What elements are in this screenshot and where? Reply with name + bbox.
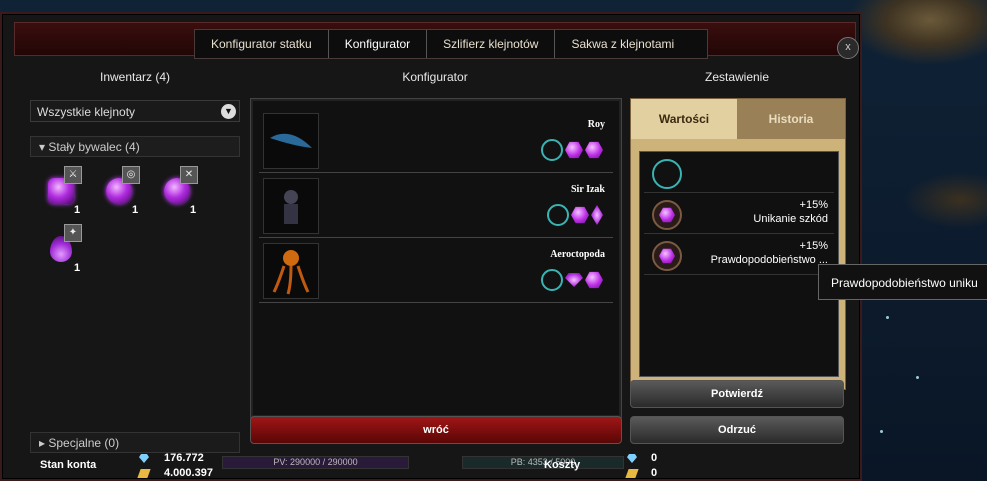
empty-slot-icon[interactable] <box>541 139 563 161</box>
tab-ship-configurator[interactable]: Konfigurator statku <box>195 30 328 58</box>
diamond-gem-icon[interactable] <box>591 205 603 225</box>
gold-balance: 4.000.397 <box>164 467 213 479</box>
stat-row[interactable]: +15% Prawdopodobieństwo ... <box>644 234 834 275</box>
gem-count: 1 <box>190 204 197 216</box>
group-special-label: Specjalne (0) <box>48 436 120 450</box>
crew-row[interactable]: Roy <box>259 109 613 173</box>
map-marker <box>880 430 883 433</box>
crew-row[interactable]: Sir Izak <box>259 174 613 238</box>
diamond-balance: 176.772 <box>164 452 204 464</box>
gem-slots <box>541 269 603 291</box>
pentagon-gem-icon <box>652 200 682 230</box>
map-marker <box>886 316 889 319</box>
title-bar: Konfigurator statku Konfigurator Szlifie… <box>14 22 859 59</box>
pentagon-gem-icon[interactable] <box>565 141 583 159</box>
tab-gem-pouch[interactable]: Sakwa z klejnotami <box>554 30 690 58</box>
gem-count: 1 <box>74 262 81 274</box>
pb-bar: PB: 4353 / 5000 <box>462 456 624 469</box>
diamond-currency-icon <box>627 454 637 463</box>
costs-label: Koszty <box>544 459 581 471</box>
stat-list: +15% Unikanie szkód +15% Prawdopodobieńs… <box>639 151 839 377</box>
pentagon-gem-icon[interactable] <box>571 206 589 224</box>
crew-name: Roy <box>587 119 605 130</box>
stat-value: +15% <box>799 240 828 252</box>
crossed-swords-type-icon: ✕ <box>180 166 198 184</box>
empty-slot-icon[interactable] <box>547 204 569 226</box>
tab-history[interactable]: Historia <box>737 99 845 139</box>
ray-creature-icon <box>270 133 312 148</box>
inventory-panel: Wszystkie klejnoty ▼ ▾ Stały bywalec (4)… <box>28 98 242 478</box>
inventory-header: Inwentarz (4) <box>99 70 171 84</box>
gem-count: 1 <box>74 204 81 216</box>
empty-slot-icon[interactable] <box>541 269 563 291</box>
map-marker <box>916 376 919 379</box>
summary-header: Zestawienie <box>704 70 770 84</box>
stat-name: Unikanie szkód <box>753 213 828 225</box>
gold-currency-icon <box>137 469 151 478</box>
stat-row <box>644 152 834 193</box>
chevron-down-icon[interactable]: ▼ <box>221 104 236 119</box>
crew-row[interactable]: Aeroctopoda <box>259 239 613 303</box>
reject-button[interactable]: Odrzuć <box>630 416 844 444</box>
crew-name: Aeroctopoda <box>550 249 605 260</box>
account-footer: Stan konta 176.772 4.000.397 PV: 290000 … <box>0 450 862 481</box>
sword-type-icon: ⚔ <box>64 166 82 184</box>
pentagon-gem-icon[interactable] <box>585 141 603 159</box>
tab-bar: Konfigurator statku Konfigurator Szlifie… <box>194 29 708 59</box>
configurator-header: Konfigurator <box>402 70 468 84</box>
inventory-gem[interactable]: ✕ 1 <box>160 166 202 216</box>
faceted-gem-icon[interactable] <box>565 273 583 287</box>
stat-row: +15% Unikanie szkód <box>644 193 834 234</box>
stat-name: Prawdopodobieństwo ... <box>710 254 828 266</box>
pentagon-gem-icon <box>652 241 682 271</box>
gem-slots <box>541 139 603 161</box>
group-regular-header[interactable]: ▾ Stały bywalec (4) <box>30 136 240 157</box>
tab-gem-grinder[interactable]: Szlifierz klejnotów <box>426 30 554 58</box>
stat-tooltip: Prawdopodobieństwo uniku <box>818 264 987 300</box>
inventory-gem[interactable]: ⚔ 1 <box>44 166 86 216</box>
crew-name: Sir Izak <box>571 184 605 195</box>
cost-diamonds: 0 <box>651 452 658 464</box>
cost-gold: 0 <box>651 467 658 479</box>
empty-slot-icon <box>652 159 682 189</box>
stat-value: +15% <box>799 199 828 211</box>
crew-portrait <box>263 243 319 299</box>
tab-configurator[interactable]: Konfigurator <box>327 30 426 58</box>
tab-values[interactable]: Wartości <box>631 99 737 139</box>
configurator-window: Konfigurator statku Konfigurator Szlifie… <box>0 12 862 481</box>
diamond-currency-icon <box>139 454 149 463</box>
gem-count: 1 <box>132 204 139 216</box>
gem-slots <box>547 204 603 226</box>
account-label: Stan konta <box>40 459 97 471</box>
close-button[interactable]: x <box>837 37 859 59</box>
octopus-icon <box>272 250 310 295</box>
gold-currency-icon <box>625 469 639 478</box>
summary-panel: Wartości Historia +15% Unikanie szkód +1… <box>630 98 846 390</box>
arrow-type-icon: ✦ <box>64 224 82 242</box>
crew-portrait <box>263 113 319 169</box>
inventory-gem[interactable]: ◎ 1 <box>102 166 144 216</box>
back-button[interactable]: wróć <box>250 416 622 444</box>
pentagon-gem-icon[interactable] <box>585 271 603 289</box>
target-type-icon: ◎ <box>122 166 140 184</box>
confirm-button[interactable]: Potwierdź <box>630 380 844 408</box>
gem-filter-value: Wszystkie klejnoty <box>37 105 136 119</box>
gem-filter-dropdown[interactable]: Wszystkie klejnoty ▼ <box>30 100 240 122</box>
knight-icon <box>284 190 298 224</box>
inventory-gem[interactable]: ✦ 1 <box>44 224 86 274</box>
group-regular-label: Stały bywalec (4) <box>48 140 140 154</box>
pv-bar: PV: 290000 / 290000 <box>222 456 409 469</box>
crew-configurator-panel: Roy Sir Izak Aeroctopoda <box>250 98 622 418</box>
crew-portrait <box>263 178 319 234</box>
